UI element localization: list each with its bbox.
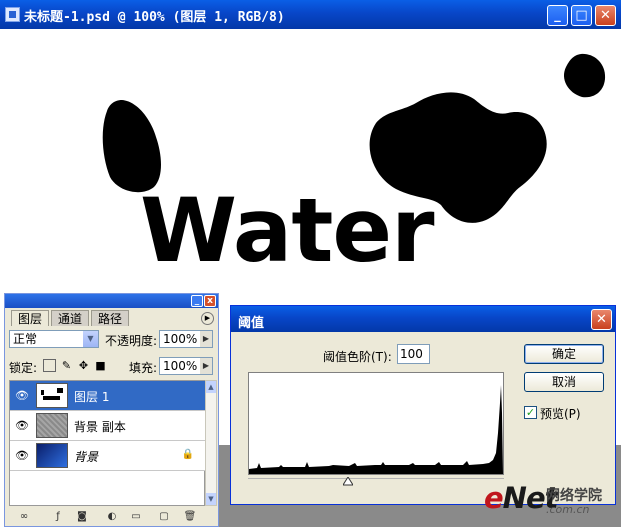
tab-channels[interactable]: 通道 — [51, 310, 90, 326]
panel-menu-arrow-icon[interactable]: ▶ — [201, 312, 214, 325]
layer-list-scrollbar[interactable]: ▲ ▼ — [205, 380, 217, 506]
layers-panel-tabs: 图层 通道 路径 — [5, 310, 218, 326]
maximize-button[interactable]: □ — [571, 5, 592, 26]
opacity-input[interactable]: 100% ▶ — [159, 330, 213, 348]
tab-layers[interactable]: 图层 — [11, 310, 50, 326]
layer-row-layer1[interactable]: 👁 图层 1 — [10, 381, 206, 411]
ink-blob-top-right — [563, 53, 606, 98]
add-mask-icon[interactable]: ◙ — [75, 511, 89, 523]
histogram — [248, 372, 504, 475]
lock-image-brush-icon[interactable]: ✎ — [60, 359, 73, 372]
scroll-down-arrow-icon[interactable]: ▼ — [206, 493, 216, 505]
layers-panel-caption[interactable]: _ x — [5, 294, 218, 308]
eye-visibility-icon[interactable]: 👁 — [13, 449, 31, 463]
preview-label: 预览(P) — [540, 407, 581, 421]
layer-list: 👁 图层 1 👁 背景 副本 👁 背景 🔒 — [9, 380, 206, 506]
watermark-chinese: 网络学院 — [546, 488, 602, 504]
panel-minimize-button[interactable]: _ — [191, 295, 203, 307]
lock-all-padlock-icon[interactable]: ■ — [94, 359, 107, 372]
scroll-up-arrow-icon[interactable]: ▲ — [206, 381, 216, 393]
blend-mode-select[interactable]: 正常 ▼ — [9, 330, 99, 348]
layer-thumbnail — [36, 443, 68, 468]
opacity-value: 100% — [163, 332, 198, 346]
document-title: 未标题-1.psd @ 100% (图层 1, RGB/8) — [24, 10, 285, 25]
opacity-slider-arrow-icon[interactable]: ▶ — [200, 331, 212, 347]
opacity-label: 不透明度: — [105, 334, 158, 348]
canvas-water-text: Water — [140, 179, 435, 282]
chevron-down-icon: ▼ — [83, 331, 98, 347]
layer-row-background[interactable]: 👁 背景 🔒 — [10, 441, 206, 471]
histogram-curve — [249, 385, 503, 474]
layer-name: 图层 1 — [74, 390, 110, 404]
panel-close-button[interactable]: x — [204, 295, 216, 307]
threshold-level-label: 阈值色阶(T): — [323, 350, 392, 364]
layer-style-icon[interactable]: ƒ — [51, 511, 65, 523]
eye-visibility-icon[interactable]: 👁 — [13, 419, 31, 433]
fill-input[interactable]: 100% ▶ — [159, 357, 213, 375]
document-titlebar[interactable]: 未标题-1.psd @ 100% (图层 1, RGB/8) _ □ ✕ — [0, 0, 621, 29]
layers-panel: _ x 图层 通道 路径 ▶ 正常 ▼ 不透明度: 100% ▶ 锁定: ✎ ✥… — [4, 293, 219, 527]
tab-paths[interactable]: 路径 — [91, 310, 130, 326]
fill-label: 填充: — [129, 361, 158, 375]
layer-thumb-art — [41, 388, 63, 400]
eye-visibility-icon[interactable]: 👁 — [13, 389, 31, 403]
photoshop-document-icon — [5, 7, 20, 22]
threshold-slider-track[interactable] — [248, 478, 504, 479]
lock-position-move-icon[interactable]: ✥ — [77, 359, 90, 372]
lock-transparency-icon[interactable] — [43, 359, 56, 372]
preview-checkbox[interactable]: ✓ — [524, 406, 537, 419]
adjustment-layer-icon[interactable]: ◐ — [105, 511, 119, 523]
enet-watermark-logo: eNet 网络学院 .com.cn — [484, 481, 621, 527]
new-layer-icon[interactable]: ▢ — [157, 511, 171, 523]
threshold-slider-handle[interactable] — [343, 477, 354, 486]
layer-row-background-copy[interactable]: 👁 背景 副本 — [10, 411, 206, 441]
ok-button[interactable]: 确定 — [524, 344, 604, 364]
fill-slider-arrow-icon[interactable]: ▶ — [200, 358, 212, 374]
lock-label: 锁定: — [9, 361, 38, 375]
dialog-title: 阈值 — [238, 316, 265, 331]
new-group-folder-icon[interactable]: ▭ — [129, 511, 143, 523]
threshold-dialog: 阈值 ✕ 阈值色阶(T): 100 确定 取消 ✓ 预览(P) — [230, 305, 616, 505]
threshold-dialog-titlebar[interactable]: 阈值 ✕ — [231, 306, 615, 332]
minimize-button[interactable]: _ — [547, 5, 568, 26]
layer-name: 背景 — [74, 450, 99, 464]
blend-mode-value: 正常 — [13, 332, 38, 346]
layer-thumbnail — [36, 413, 68, 438]
fill-value: 100% — [163, 359, 198, 373]
layer-thumbnail — [36, 383, 68, 408]
dialog-close-button[interactable]: ✕ — [591, 309, 612, 330]
layers-panel-toolbar: ∞ ƒ ◙ ◐ ▭ ▢ 🗑 — [5, 508, 218, 526]
trash-icon[interactable]: 🗑 — [183, 511, 197, 523]
threshold-level-input[interactable]: 100 — [397, 344, 430, 364]
link-layers-icon[interactable]: ∞ — [17, 511, 31, 523]
layer-name: 背景 副本 — [74, 420, 126, 434]
watermark-domain: .com.cn — [546, 503, 590, 516]
padlock-icon: 🔒 — [181, 449, 194, 460]
close-button[interactable]: ✕ — [595, 5, 616, 26]
cancel-button[interactable]: 取消 — [524, 372, 604, 392]
histogram-graph — [249, 385, 503, 474]
